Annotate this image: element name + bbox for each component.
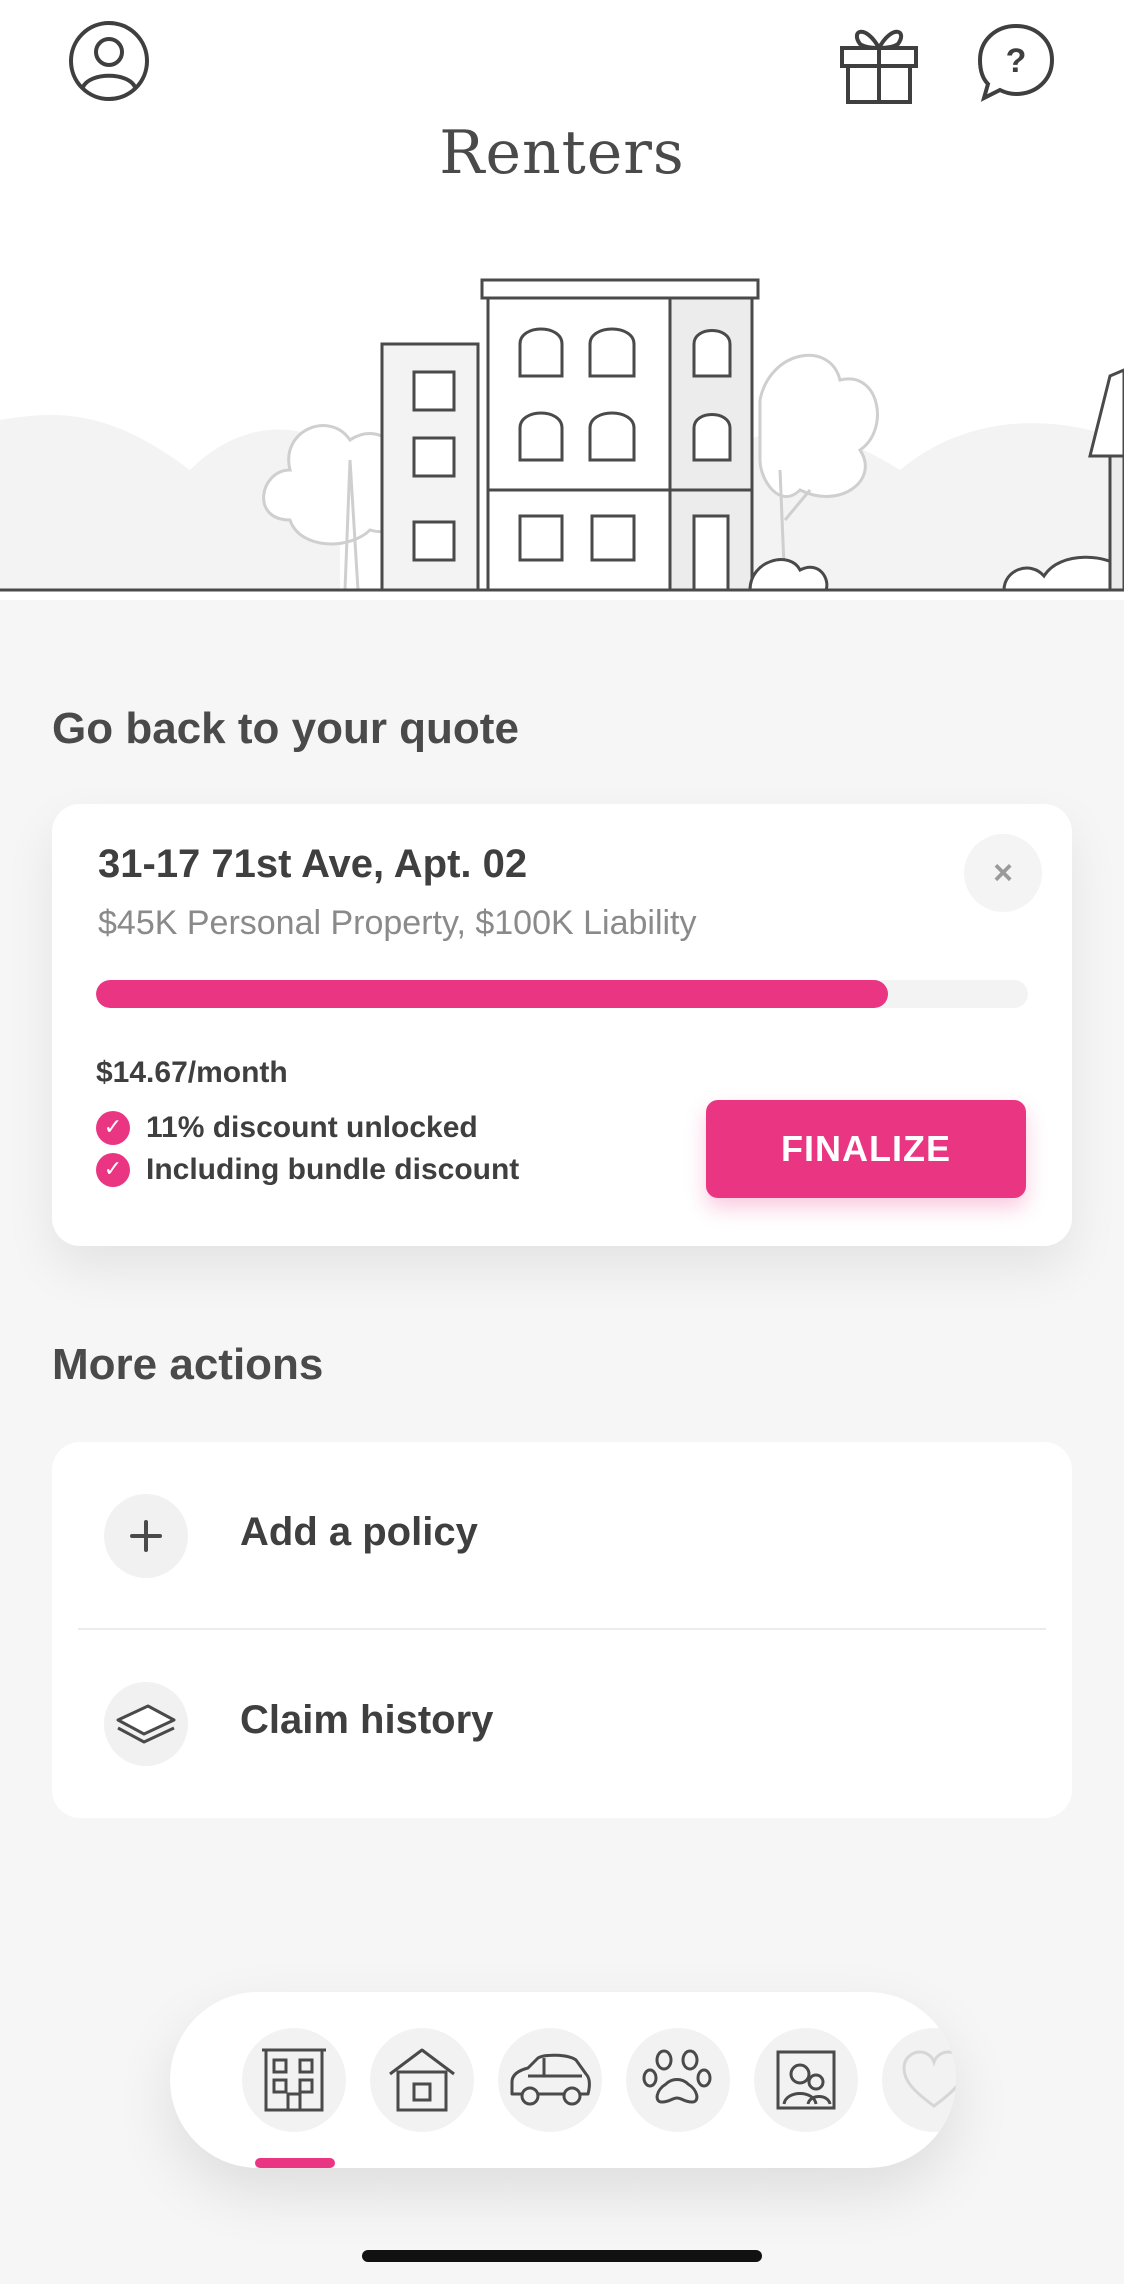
benefit-row: ✓ Including bundle discount [96, 1150, 519, 1190]
home-indicator [362, 2250, 762, 2262]
close-quote-button[interactable]: × [964, 834, 1042, 912]
life-portrait-icon[interactable] [754, 2028, 858, 2132]
svg-text:?: ? [1006, 42, 1027, 80]
top-bar: ? Renters [0, 0, 1124, 220]
car-icon[interactable] [498, 2028, 602, 2132]
finalize-button[interactable]: FINALIZE [706, 1100, 1026, 1198]
quote-address: 31-17 71st Ave, Apt. 02 [98, 842, 528, 886]
gift-icon[interactable] [836, 16, 922, 106]
pet-paw-icon[interactable] [626, 2028, 730, 2132]
claim-history-row[interactable]: Claim history [52, 1630, 1072, 1818]
check-icon: ✓ [96, 1153, 130, 1187]
quote-coverage: $45K Personal Property, $100K Liability [98, 904, 697, 942]
quote-section-title: Go back to your quote [52, 704, 519, 753]
quote-price: $14.67/month [96, 1056, 288, 1089]
benefit-row: ✓ 11% discount unlocked [96, 1108, 478, 1148]
renters-building-icon[interactable] [242, 2028, 346, 2132]
check-icon: ✓ [96, 1111, 130, 1145]
active-tab-indicator [255, 2158, 335, 2168]
more-actions-title: More actions [52, 1340, 324, 1389]
benefit-text: Including bundle discount [146, 1153, 520, 1186]
add-policy-row[interactable]: Add a policy [52, 1442, 1072, 1630]
more-actions-card: Add a policy Claim history [52, 1442, 1072, 1818]
claim-history-label: Claim history [240, 1698, 494, 1742]
quote-card[interactable]: 31-17 71st Ave, Apt. 02 $45K Personal Pr… [52, 804, 1072, 1246]
layers-icon [104, 1682, 188, 1766]
profile-icon[interactable] [66, 18, 152, 104]
heart-icon[interactable] [882, 2028, 956, 2132]
help-icon[interactable]: ? [974, 20, 1058, 104]
page-title: Renters [439, 118, 685, 188]
homeowners-house-icon[interactable] [370, 2028, 474, 2132]
hero-illustration [0, 220, 1124, 600]
building-illustration [0, 278, 1124, 592]
quote-progress-fill [96, 980, 889, 1008]
add-policy-label: Add a policy [240, 1510, 478, 1554]
benefit-text: 11% discount unlocked [146, 1111, 478, 1144]
plus-icon [104, 1494, 188, 1578]
product-tab-bar [170, 1992, 956, 2168]
quote-progress-bar [96, 980, 1028, 1008]
